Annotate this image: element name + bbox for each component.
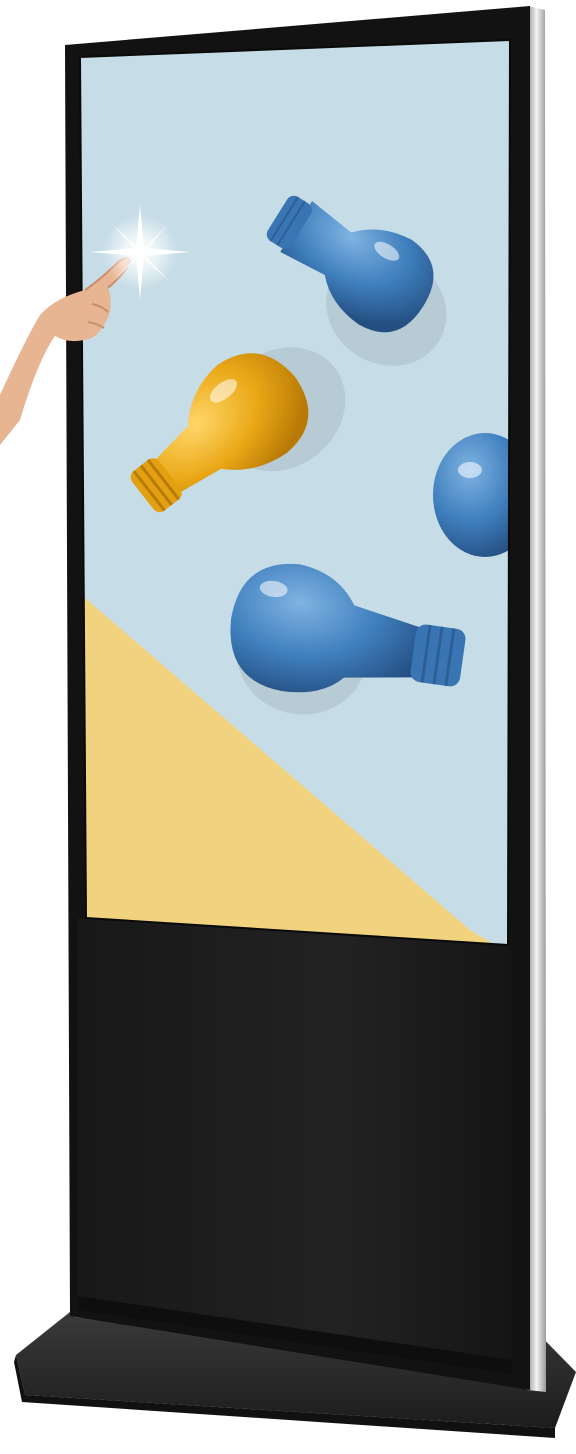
kiosk-scene [0,6,576,1438]
kiosk-lower-panel [78,918,512,1372]
kiosk-screen [80,40,510,945]
